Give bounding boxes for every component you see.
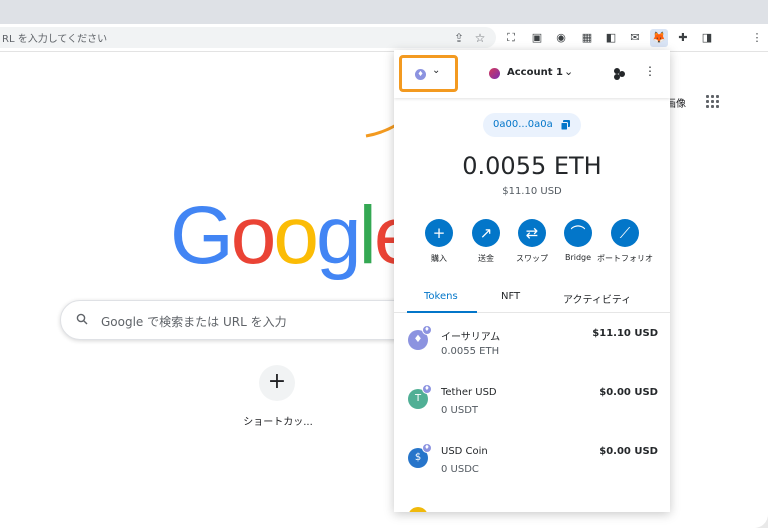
- metamask-header: ♦ ⌄ Account 1 ⌄ ⋮: [394, 50, 670, 98]
- copy-icon: [561, 120, 570, 130]
- asset-tabs: Tokens NFT アクティビティ: [394, 283, 670, 313]
- ethereum-network-icon: ♦: [415, 69, 426, 80]
- chevron-down-icon: ⌄: [432, 65, 441, 76]
- bridge-icon: ⌒: [564, 219, 592, 247]
- active-tab-indicator: [407, 311, 477, 313]
- google-logo-letter: G: [170, 190, 234, 281]
- network-badge-icon: ♦: [422, 384, 432, 394]
- google-logo-letter: o: [273, 190, 319, 281]
- token-amount: 0 USDC: [441, 464, 479, 475]
- connected-sites-icon[interactable]: [612, 67, 626, 81]
- account-name[interactable]: Account 1: [507, 67, 563, 78]
- extensions-puzzle-icon[interactable]: ✚: [674, 29, 692, 47]
- token-name: イーサリアム: [441, 332, 501, 343]
- search-placeholder: Google で検索または URL を入力: [101, 315, 287, 329]
- portfolio-action[interactable]: ⟋ ポートフォリオ: [594, 219, 656, 264]
- google-search-box[interactable]: Google で検索または URL を入力: [60, 300, 420, 340]
- share-icon[interactable]: ⇪: [452, 31, 466, 45]
- browser-window: RL を入力してください ⇪ ☆ ⛶ ▣ ◉ ▦ ◧ ✉ 🦊 ✚ ◨ ⋮ 画像 …: [0, 0, 768, 528]
- token-icon: [408, 507, 428, 512]
- search-icon: [76, 313, 88, 325]
- account-avatar: [489, 68, 500, 79]
- token-row[interactable]: [394, 493, 670, 512]
- address-bar[interactable]: RL を入力してください ⇪ ☆: [0, 27, 496, 48]
- token-row[interactable]: T ♦ Tether USD 0 USDT $0.00 USD: [394, 375, 670, 433]
- tab-nft[interactable]: NFT: [501, 291, 520, 302]
- tab-tokens[interactable]: Tokens: [424, 291, 458, 302]
- token-row[interactable]: $ ♦ USD Coin 0 USDC $0.00 USD: [394, 434, 670, 492]
- network-badge-icon: ♦: [422, 443, 432, 453]
- grid-ext-icon[interactable]: ▦: [578, 29, 596, 47]
- balance-main: 0.0055 ETH: [462, 152, 602, 180]
- balance-fiat: $11.10 USD: [502, 186, 562, 197]
- address-copy-button[interactable]: 0a00...0a0a: [483, 113, 581, 137]
- window-ext-icon[interactable]: ▣: [528, 29, 546, 47]
- address-bar-placeholder: RL を入力してください: [2, 34, 108, 45]
- toolbar: RL を入力してください ⇪ ☆ ⛶ ▣ ◉ ▦ ◧ ✉ 🦊 ✚ ◨ ⋮: [0, 24, 768, 52]
- screenshot-ext-icon[interactable]: ⛶: [502, 29, 520, 47]
- tab-strip: [0, 0, 768, 24]
- mail-ext-icon[interactable]: ✉: [626, 29, 644, 47]
- chrome-menu-icon[interactable]: ⋮: [748, 29, 766, 47]
- token-amount: 0 USDT: [441, 405, 479, 416]
- star-icon[interactable]: ☆: [473, 31, 487, 45]
- network-badge-icon: ♦: [422, 325, 432, 335]
- account-address: 0a00...0a0a: [493, 119, 553, 130]
- google-logo-letter: g: [316, 190, 362, 281]
- shortcut-label: ショートカッ...: [243, 417, 313, 428]
- apps-grid-icon[interactable]: [706, 95, 720, 109]
- token-fiat: $0.00 USD: [599, 446, 658, 457]
- side-panel-icon[interactable]: ◨: [698, 29, 716, 47]
- tab-ext-icon[interactable]: ◧: [602, 29, 620, 47]
- token-row[interactable]: ♦ ♦ イーサリアム 0.0055 ETH $11.10 USD: [394, 316, 670, 374]
- google-logo-letter: l: [358, 190, 377, 281]
- add-shortcut-button[interactable]: +: [259, 365, 295, 401]
- metamask-fox-icon[interactable]: 🦊: [650, 29, 668, 47]
- token-name: Tether USD: [441, 387, 497, 398]
- kebab-menu-icon[interactable]: ⋮: [644, 64, 656, 78]
- portfolio-label: ポートフォリオ: [597, 254, 653, 263]
- arrow-up-right-icon: ↗: [472, 219, 500, 247]
- token-amount: 0.0055 ETH: [441, 346, 500, 357]
- plus-icon: +: [425, 219, 453, 247]
- chart-icon: ⟋: [611, 219, 639, 247]
- metamask-popup: ♦ ⌄ Account 1 ⌄ ⋮ 0a00...0a0a 0.0055 ETH…: [394, 50, 670, 512]
- tab-activity[interactable]: アクティビティ: [563, 291, 631, 306]
- google-logo: Google: [170, 190, 419, 281]
- token-name: USD Coin: [441, 446, 488, 457]
- token-fiat: $0.00 USD: [599, 387, 658, 398]
- google-logo-letter: o: [230, 190, 277, 281]
- token-fiat: $11.10 USD: [592, 328, 658, 339]
- camera-ext-icon[interactable]: ◉: [552, 29, 570, 47]
- swap-icon: ⇄: [518, 219, 546, 247]
- network-selector-button[interactable]: ♦ ⌄: [399, 55, 458, 92]
- account-chevron-down-icon[interactable]: ⌄: [564, 65, 573, 78]
